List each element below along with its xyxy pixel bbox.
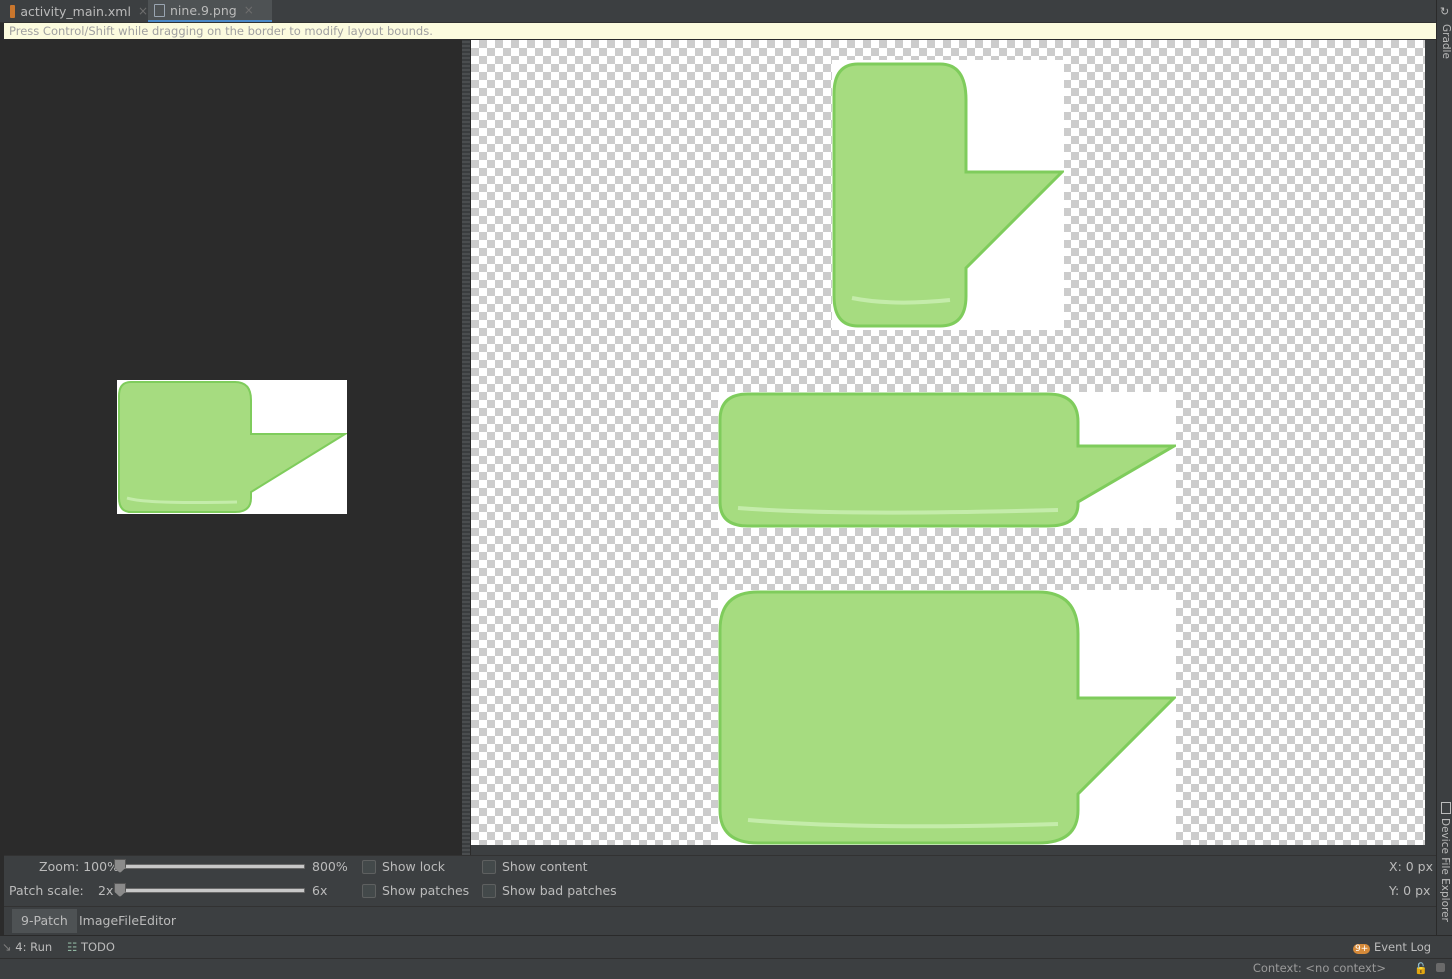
run-label: 4: Run [15,940,53,954]
vertical-stretch-preview [832,60,1066,330]
patch-scale-slider[interactable] [115,888,305,893]
xml-file-icon [10,4,16,18]
tool-window-bar: ↘ 4: Run ☷ TODO 9+ Event Log [0,935,1452,959]
event-log-button[interactable]: 9+ Event Log [1353,940,1431,954]
zoom-slider[interactable] [115,864,305,869]
tab-label: nine.9.png [170,2,237,18]
run-icon: ↘ [2,940,12,954]
image-file-icon [154,3,165,17]
patch-scale-value: 2x [98,883,114,898]
show-patches-label[interactable]: Show patches [382,883,469,898]
close-icon[interactable]: × [244,3,254,17]
show-content-label[interactable]: Show content [502,859,588,874]
todo-icon: ☷ [67,940,78,954]
zoom-max-label: 800% [312,859,348,874]
todo-label: TODO [80,940,115,954]
todo-tool-button[interactable]: ☷ TODO [67,940,115,954]
show-patches-checkbox[interactable] [362,884,376,898]
device-file-explorer-button[interactable]: Device File Explorer [1439,818,1451,922]
hint-bar: Press Control/Shift while dragging on th… [4,23,1436,39]
editor-tab-bar: activity_main.xml × nine.9.png × [0,0,1436,23]
show-content-checkbox[interactable] [482,860,496,874]
run-tool-button[interactable]: ↘ 4: Run [2,940,52,954]
y-coordinate-readout: Y: 0 px [1389,883,1431,898]
show-bad-patches-checkbox[interactable] [482,884,496,898]
tab-label: activity_main.xml [20,3,131,19]
show-lock-label[interactable]: Show lock [382,859,445,874]
tab-image-file-editor[interactable]: ImageFileEditor [70,909,185,933]
lock-icon[interactable]: 🔓 [1414,962,1428,975]
both-stretch-preview [718,590,1178,845]
nine-patch-controls [4,855,1436,906]
canvas-scrollbar-horizontal[interactable] [471,845,1436,855]
x-coordinate-readout: X: 0 px [1389,859,1434,874]
show-bad-patches-label[interactable]: Show bad patches [502,883,617,898]
source-image[interactable] [117,380,349,514]
speech-bubble-image [118,381,349,513]
canvas-scrollbar[interactable] [1425,40,1436,855]
horizontal-stretch-preview [718,392,1180,528]
zoom-label: Zoom: 100% [39,859,119,874]
gradle-icon[interactable]: ↻ [1440,5,1449,18]
show-lock-checkbox[interactable] [362,860,376,874]
panel-splitter[interactable] [462,40,470,855]
editor-mode-tabs: 9-Patch ImageFileEditor [4,906,1436,935]
patch-scale-max-label: 6x [312,883,328,898]
memory-indicator-icon[interactable] [1436,963,1445,972]
event-log-icon: 9+ [1353,944,1371,954]
tab-activity-main-xml[interactable]: activity_main.xml × [4,0,154,22]
gradle-tool-button[interactable]: Gradle [1440,24,1452,59]
patch-scale-label: Patch scale: [9,883,84,898]
context-indicator[interactable]: Context: <no context> [1253,961,1386,975]
tab-nine-9-png[interactable]: nine.9.png × [148,0,272,22]
close-icon[interactable]: × [138,4,148,18]
device-icon[interactable] [1441,802,1451,814]
event-log-label: Event Log [1373,940,1432,954]
tab-9-patch[interactable]: 9-Patch [12,909,77,933]
status-bar: Context: <no context> 🔓 [0,958,1452,979]
right-tool-strip [1436,0,1452,958]
